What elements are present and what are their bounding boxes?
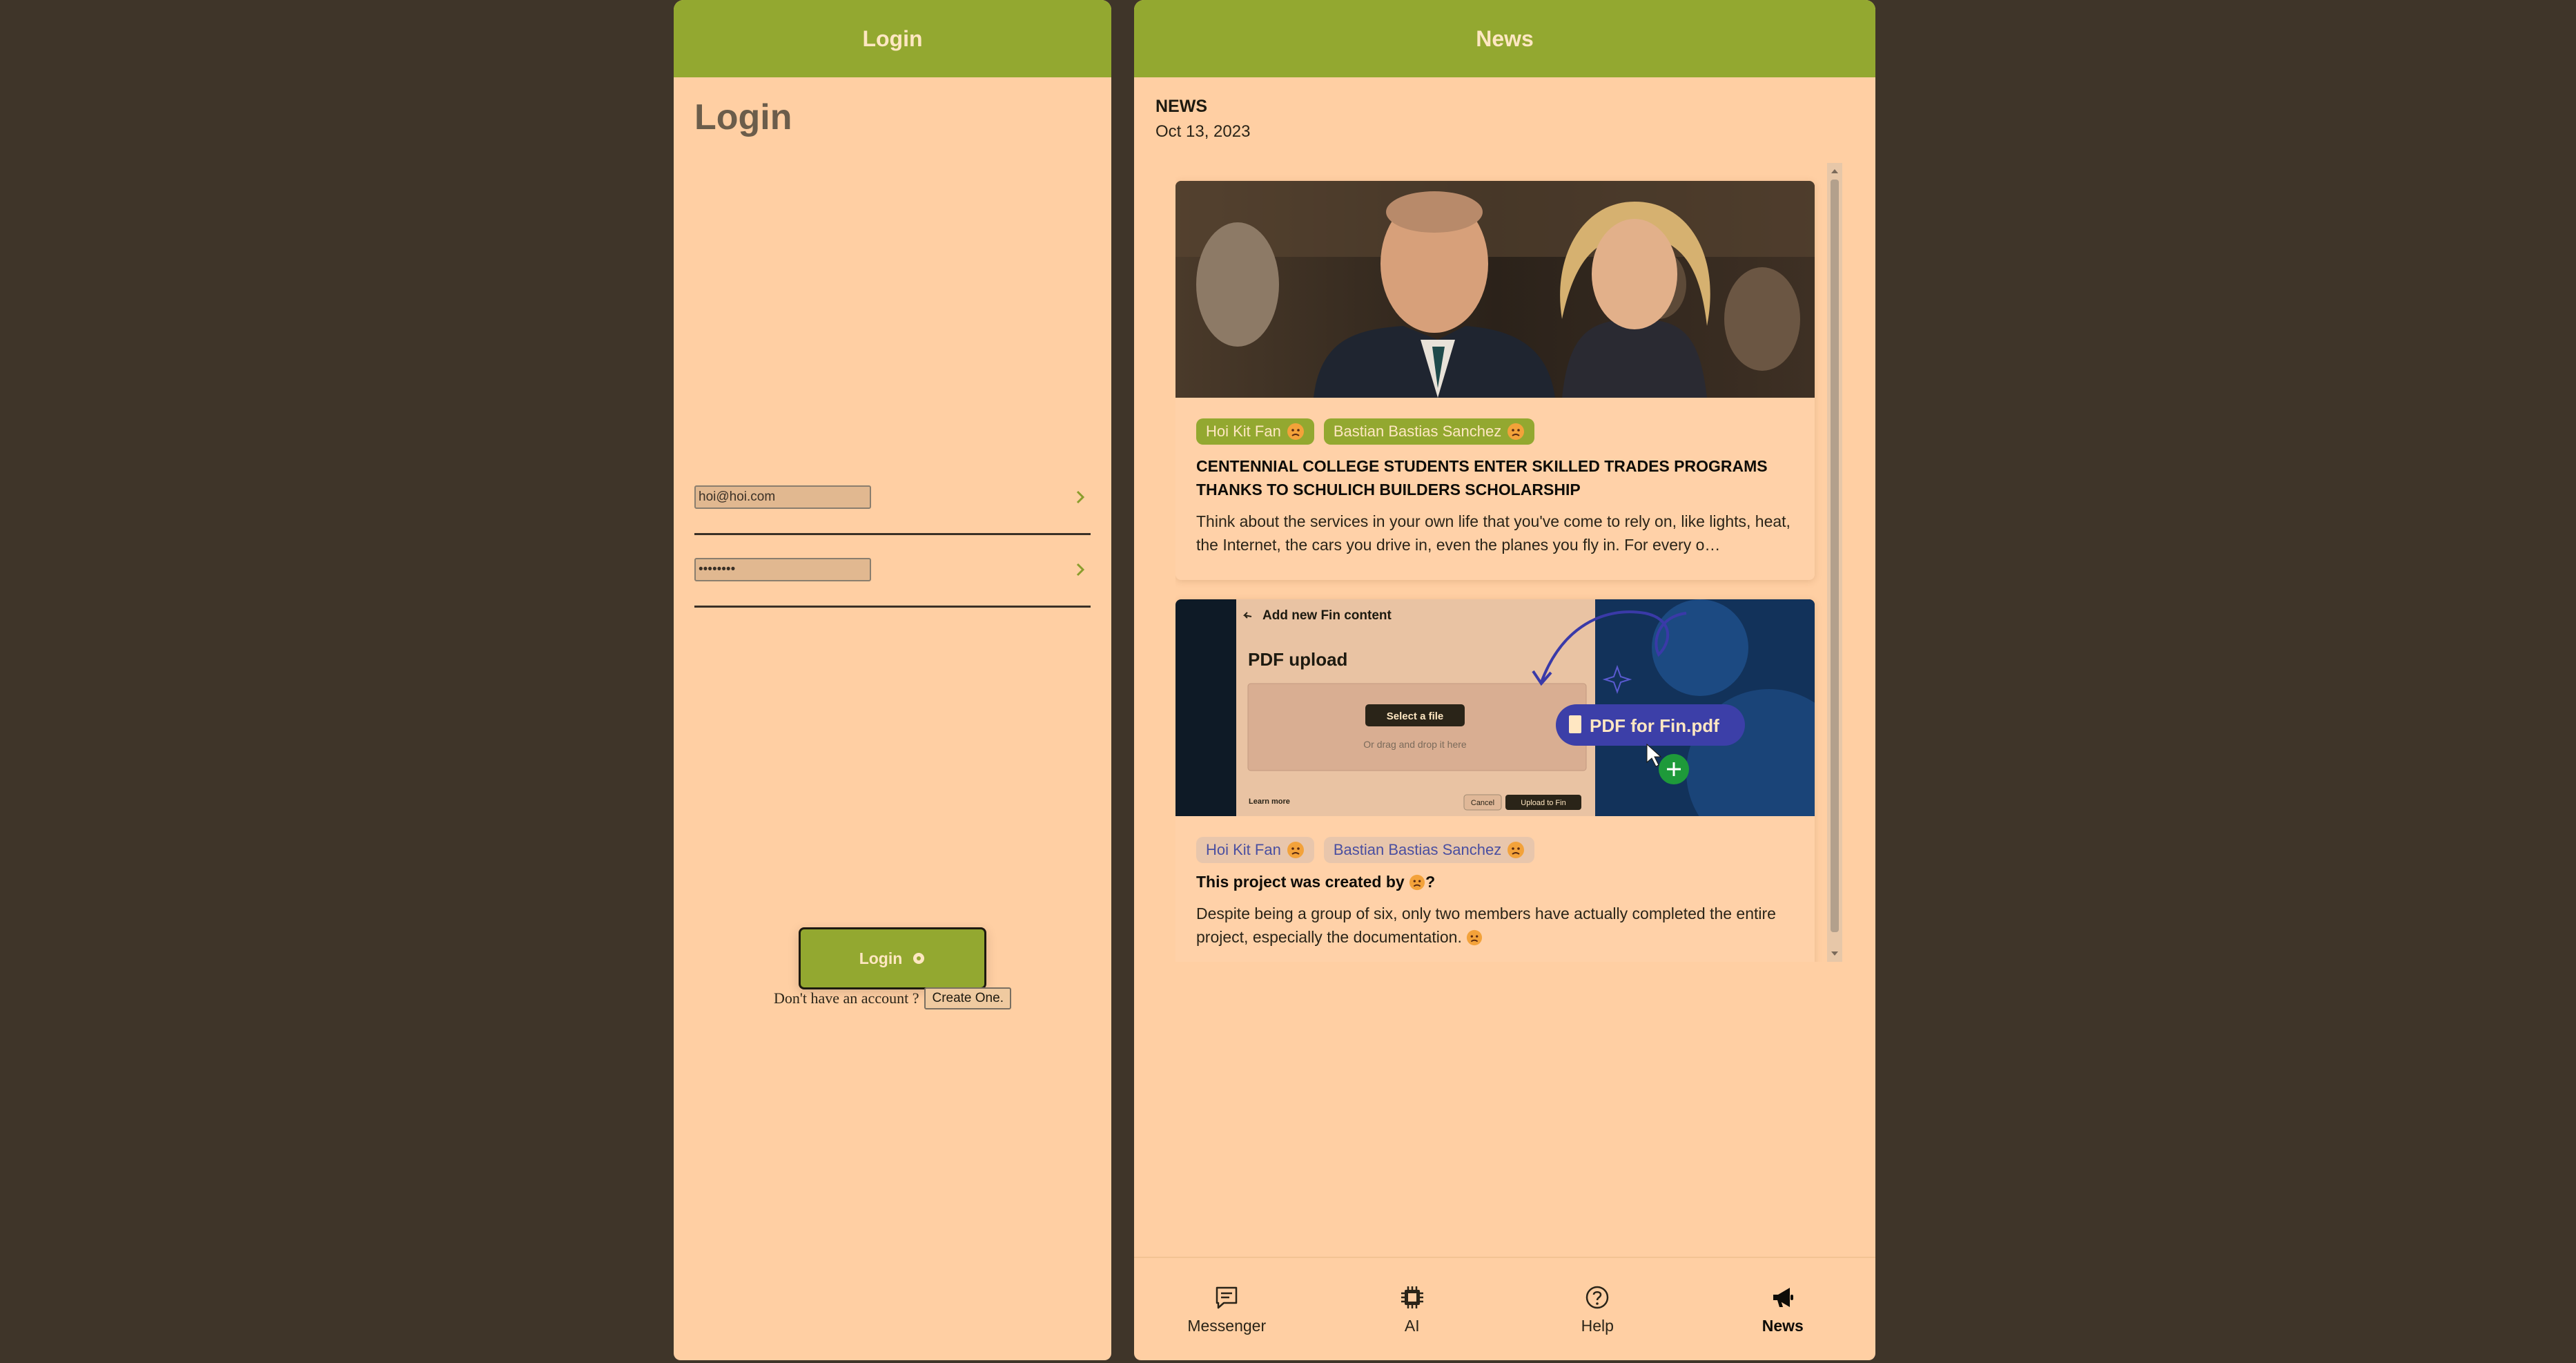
author-tag[interactable]: Bastian Bastias Sanchez [1323, 837, 1535, 863]
create-account-button[interactable]: Create One. [924, 987, 1011, 1009]
chat-icon [1216, 1286, 1238, 1308]
login-button-label: Login [859, 949, 903, 967]
card-title[interactable]: CENTENNIAL COLLEGE STUDENTS ENTER SKILLE… [1196, 454, 1797, 501]
scroll-up-icon[interactable] [1831, 167, 1839, 175]
email-field[interactable] [694, 485, 871, 509]
bottom-nav: Messenger AI Help News [1134, 1257, 1875, 1360]
help-icon [1586, 1286, 1609, 1308]
angry-face-icon [1409, 874, 1425, 891]
author-tag[interactable]: Hoi Kit Fan [1196, 418, 1314, 445]
nav-help[interactable]: Help [1535, 1284, 1659, 1335]
news-card[interactable]: Hoi Kit Fan Bastian Bastias Sanchez CENT… [1175, 181, 1815, 580]
news-header: News [1134, 0, 1875, 77]
news-scrollbar[interactable] [1827, 163, 1842, 962]
no-account-text: Don't have an account ? [774, 989, 919, 1007]
image-drop-hint: Or drag and drop it here [1363, 739, 1467, 750]
password-field[interactable] [694, 558, 871, 581]
login-header: Login [674, 0, 1111, 77]
news-screenshot: Add new Fin content PDF upload Select a … [1175, 599, 1815, 816]
nav-news[interactable]: News [1721, 1284, 1845, 1335]
card-title[interactable]: This project was created by ? [1196, 870, 1797, 893]
angry-face-icon [1507, 842, 1525, 858]
password-row [694, 558, 1091, 608]
nav-ai[interactable]: AI [1350, 1284, 1474, 1335]
scrollbar-thumb[interactable] [1831, 180, 1839, 932]
image-select-button: Select a file [1387, 710, 1444, 722]
news-card[interactable]: Add new Fin content PDF upload Select a … [1175, 599, 1815, 962]
card-body: Think about the services in your own lif… [1196, 512, 1790, 554]
angry-face-icon [1287, 842, 1304, 858]
news-date: Oct 13, 2023 [1155, 122, 1251, 141]
nav-messenger[interactable]: Messenger [1164, 1284, 1289, 1335]
signup-row: Don't have an account ? Create One. [674, 987, 1111, 1009]
news-feed[interactable]: Hoi Kit Fan Bastian Bastias Sanchez CENT… [1175, 163, 1842, 962]
author-tags: Hoi Kit Fan Bastian Bastias Sanchez [1196, 418, 1535, 445]
circle-icon [913, 953, 925, 964]
image-back-label: Add new Fin content [1262, 608, 1392, 623]
angry-face-icon [1287, 423, 1304, 440]
image-upload: Upload to Fin [1521, 799, 1565, 807]
author-tags: Hoi Kit Fan Bastian Bastias Sanchez [1196, 837, 1535, 863]
image-cancel: Cancel [1471, 799, 1494, 807]
chevron-right-icon[interactable] [1070, 559, 1091, 580]
megaphone-icon [1773, 1287, 1793, 1307]
chevron-right-icon[interactable] [1070, 487, 1091, 508]
author-tag[interactable]: Hoi Kit Fan [1196, 837, 1314, 863]
image-learn-more: Learn more [1249, 798, 1290, 806]
news-panel: News NEWS Oct 13, 2023 Hoi Kit Fan Basti… [1134, 0, 1875, 1360]
angry-face-icon [1467, 929, 1483, 946]
author-tag[interactable]: Bastian Bastias Sanchez [1323, 418, 1535, 445]
page-title: Login [694, 97, 792, 137]
section-label: NEWS [1155, 97, 1207, 116]
email-row [694, 485, 1091, 535]
card-body: Despite being a group of six, only two m… [1196, 905, 1776, 946]
image-file-chip: PDF for Fin.pdf [1590, 715, 1719, 736]
chip-icon [1401, 1286, 1423, 1308]
news-photo [1175, 181, 1815, 398]
login-panel: Login Login Login Don't have an account … [674, 0, 1111, 1360]
angry-face-icon [1507, 423, 1525, 440]
login-button[interactable]: Login [799, 927, 986, 989]
scroll-down-icon[interactable] [1831, 949, 1839, 958]
image-heading: PDF upload [1248, 649, 1347, 670]
